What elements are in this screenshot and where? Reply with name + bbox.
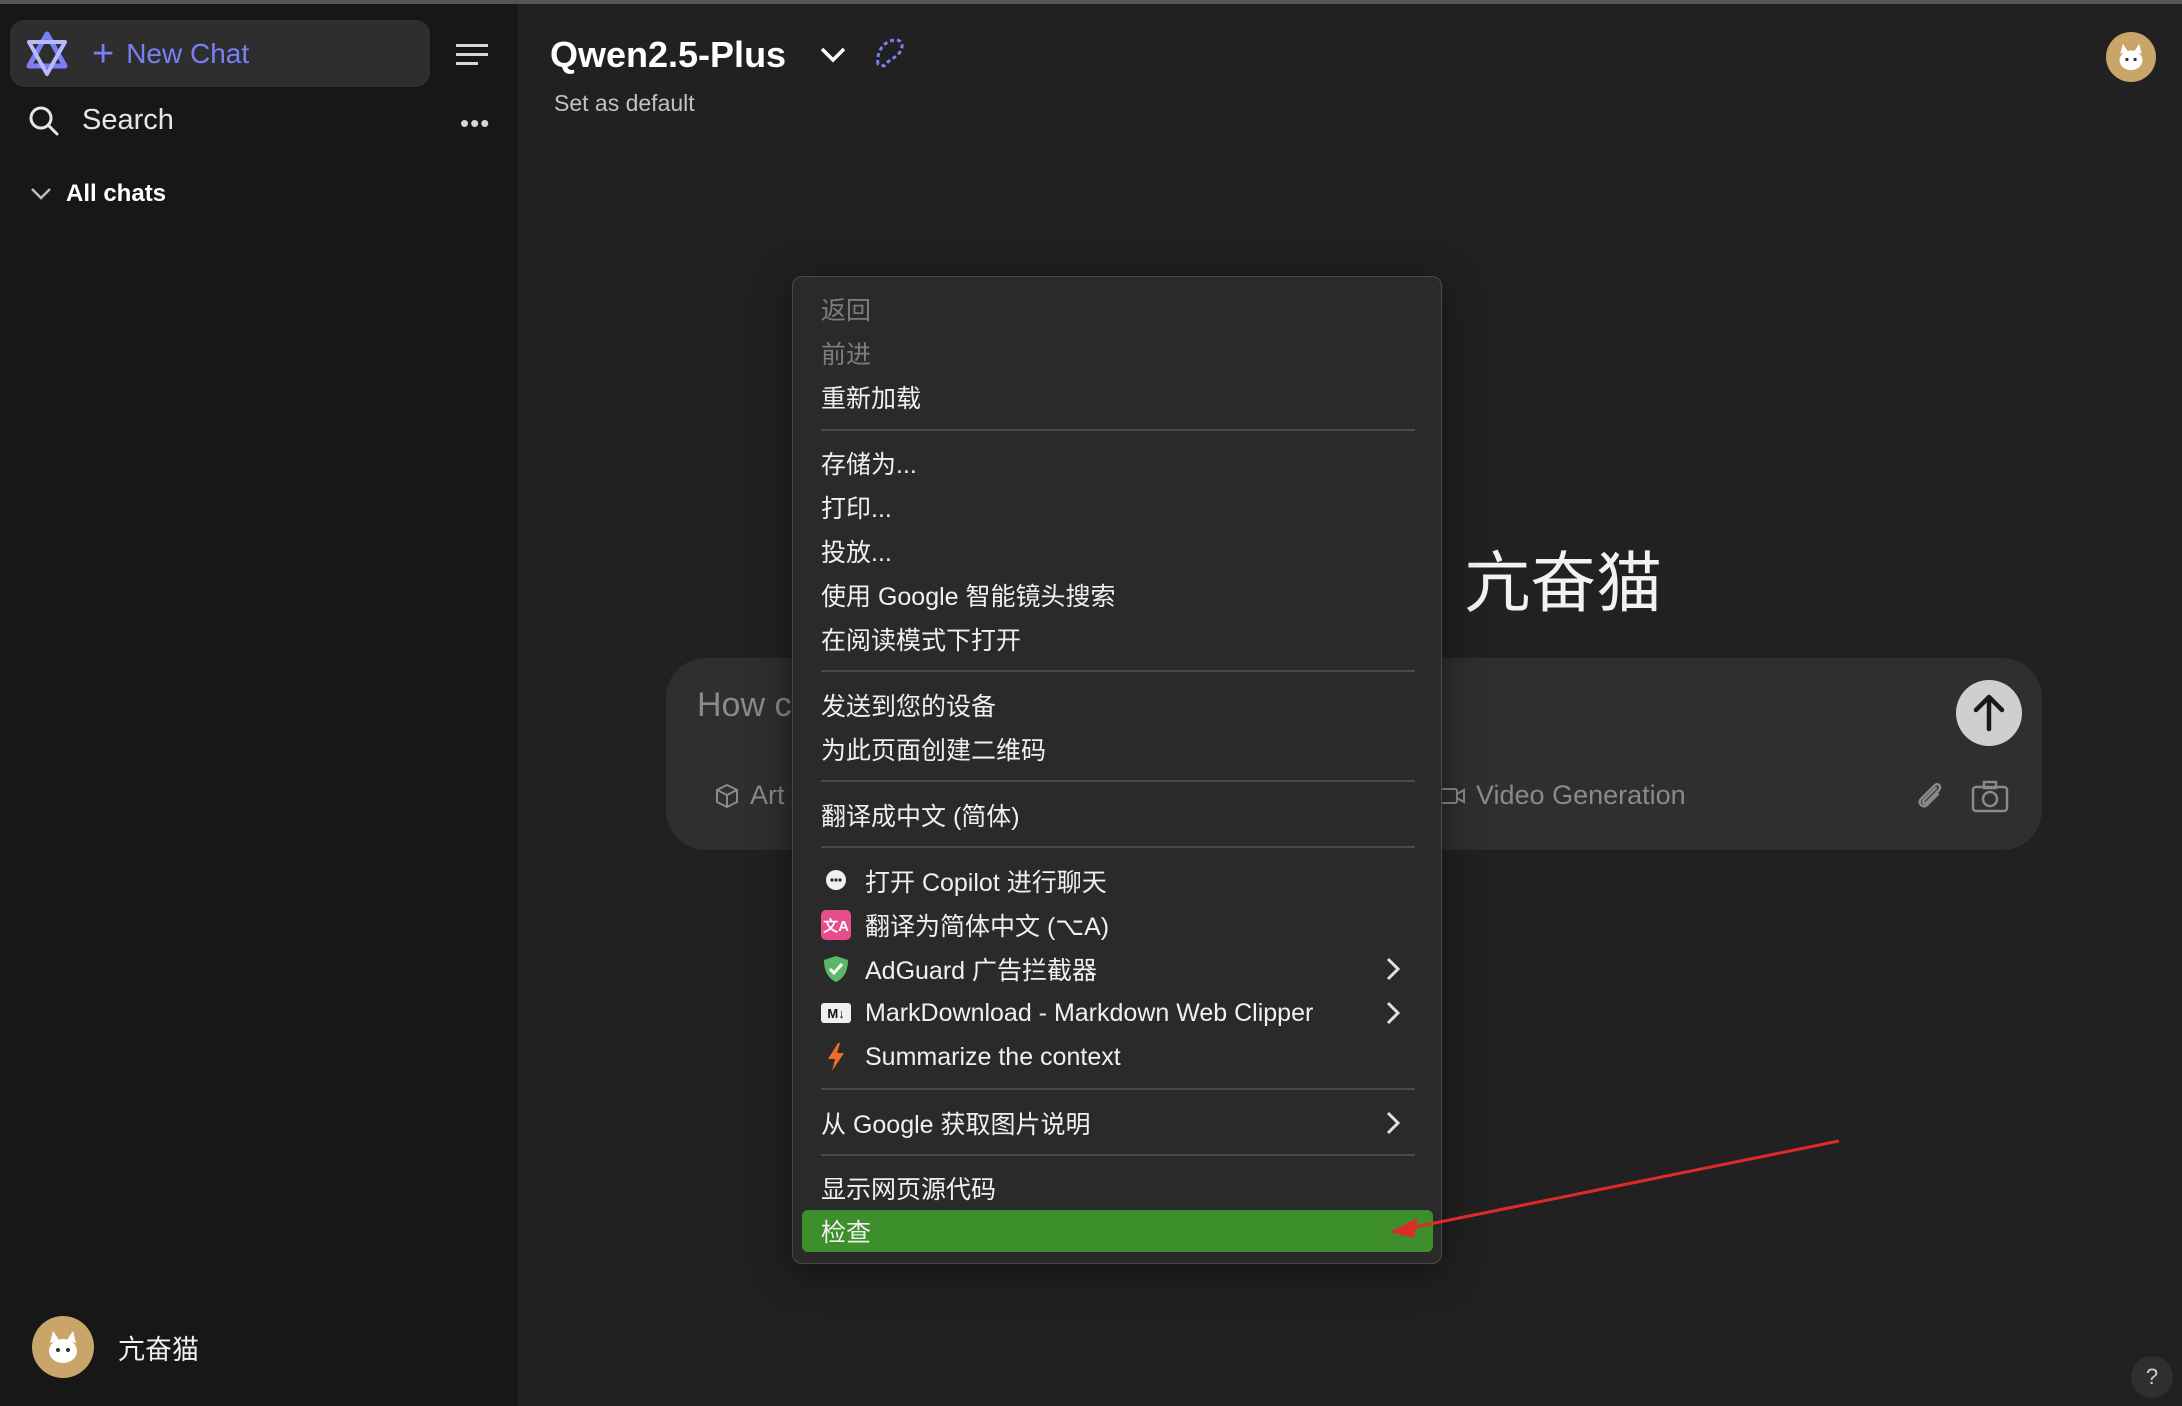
help-button[interactable]: ? bbox=[2131, 1356, 2173, 1398]
qwen-logo-icon bbox=[26, 31, 68, 76]
menu-image-descriptions-label: 从 Google 获取图片说明 bbox=[821, 1111, 1091, 1139]
new-chat-label: New Chat bbox=[126, 37, 250, 69]
all-chats-toggle[interactable]: All chats bbox=[30, 180, 166, 208]
menu-send-to-devices[interactable]: 发送到您的设备 bbox=[821, 685, 1421, 725]
menu-copilot-label: 打开 Copilot 进行聊天 bbox=[865, 869, 1107, 897]
menu-summarize[interactable]: Summarize the context bbox=[821, 1037, 1421, 1077]
menu-save-as[interactable]: 存储为... bbox=[821, 443, 1421, 483]
model-selector[interactable]: Qwen2.5-Plus bbox=[550, 34, 786, 76]
user-name: 亢奋猫 bbox=[118, 1334, 199, 1365]
plus-icon: + bbox=[92, 32, 115, 75]
menu-summarize-label: Summarize the context bbox=[865, 1042, 1121, 1071]
chevron-down-icon[interactable] bbox=[818, 42, 848, 68]
search-button[interactable]: Search bbox=[28, 104, 174, 137]
menu-adguard-label: AdGuard 广告拦截器 bbox=[865, 957, 1098, 985]
menu-forward[interactable]: 前进 bbox=[821, 333, 1421, 373]
paperclip-icon[interactable] bbox=[1912, 778, 1948, 814]
menu-separator bbox=[821, 1154, 1415, 1156]
more-options-icon[interactable]: ••• bbox=[460, 108, 490, 139]
avatar bbox=[32, 1316, 94, 1378]
new-chat-button[interactable]: + New Chat bbox=[10, 20, 430, 87]
sidebar: + New Chat Search ••• All chats 亢奋猫 bbox=[0, 4, 518, 1406]
menu-separator bbox=[821, 780, 1415, 782]
artifacts-chip[interactable]: Art bbox=[714, 780, 785, 811]
video-generation-chip[interactable]: Video Generation bbox=[1438, 780, 1686, 811]
menu-markdownload-label: MarkDownload - Markdown Web Clipper bbox=[865, 998, 1314, 1027]
menu-copilot[interactable]: 打开 Copilot 进行聊天 bbox=[821, 861, 1421, 901]
menu-inspect[interactable]: 检查 bbox=[821, 1211, 1421, 1251]
artifacts-label: Art bbox=[750, 780, 785, 810]
menu-markdownload[interactable]: M↓ MarkDownload - Markdown Web Clipper bbox=[821, 993, 1421, 1033]
translate-icon-glyph: 文A bbox=[821, 910, 851, 940]
menu-image-descriptions[interactable]: 从 Google 获取图片说明 bbox=[821, 1103, 1421, 1143]
chevron-right-icon bbox=[1386, 1111, 1401, 1135]
menu-qr-code[interactable]: 为此页面创建二维码 bbox=[821, 729, 1421, 769]
collapse-sidebar-icon[interactable] bbox=[454, 40, 490, 70]
search-icon bbox=[29, 106, 59, 135]
video-generation-label: Video Generation bbox=[1476, 780, 1686, 810]
menu-print[interactable]: 打印... bbox=[821, 487, 1421, 527]
menu-adguard[interactable]: AdGuard 广告拦截器 bbox=[821, 949, 1421, 989]
menu-view-source[interactable]: 显示网页源代码 bbox=[821, 1168, 1421, 1208]
menu-reader-mode[interactable]: 在阅读模式下打开 bbox=[821, 619, 1421, 659]
menu-separator bbox=[821, 1088, 1415, 1090]
model-badge-icon bbox=[876, 38, 904, 68]
shield-icon bbox=[821, 954, 851, 984]
video-icon bbox=[1439, 787, 1465, 804]
lightning-icon bbox=[821, 1042, 851, 1072]
markdown-icon: M↓ bbox=[821, 998, 851, 1028]
cat-avatar-icon bbox=[2119, 43, 2143, 71]
user-profile[interactable]: 亢奋猫 bbox=[32, 1316, 199, 1378]
menu-separator bbox=[821, 670, 1415, 672]
menu-translate-extension-label: 翻译为简体中文 (⌥A) bbox=[865, 913, 1110, 941]
chat-input-placeholder[interactable]: How c bbox=[697, 686, 791, 725]
menu-reload[interactable]: 重新加载 bbox=[821, 377, 1421, 417]
markdown-icon-glyph: M↓ bbox=[821, 1003, 851, 1023]
chevron-right-icon bbox=[1386, 1001, 1401, 1025]
chevron-right-icon bbox=[1386, 957, 1401, 981]
top-avatar[interactable] bbox=[2106, 32, 2156, 82]
send-button[interactable] bbox=[1956, 680, 2022, 746]
search-label: Search bbox=[82, 104, 174, 136]
camera-icon[interactable] bbox=[1970, 778, 2010, 814]
cat-avatar-icon bbox=[49, 1331, 77, 1363]
chat-bubble-icon bbox=[821, 866, 851, 896]
menu-separator bbox=[821, 846, 1415, 848]
set-as-default-link[interactable]: Set as default bbox=[554, 90, 695, 117]
menu-cast[interactable]: 投放... bbox=[821, 531, 1421, 571]
all-chats-label: All chats bbox=[66, 180, 167, 207]
translate-icon: 文A bbox=[821, 910, 851, 940]
context-menu: 返回 前进 重新加载 存储为... 打印... 投放... 使用 Google … bbox=[792, 276, 1442, 1264]
arrow-up-icon bbox=[1973, 694, 2005, 732]
menu-translate[interactable]: 翻译成中文 (简体) bbox=[821, 795, 1421, 835]
menu-back[interactable]: 返回 bbox=[821, 289, 1421, 329]
cube-icon bbox=[716, 783, 738, 808]
chevron-down-icon bbox=[31, 188, 51, 200]
menu-google-lens[interactable]: 使用 Google 智能镜头搜索 bbox=[821, 575, 1421, 615]
menu-translate-extension[interactable]: 文A 翻译为简体中文 (⌥A) bbox=[821, 905, 1421, 945]
menu-separator bbox=[821, 429, 1415, 431]
